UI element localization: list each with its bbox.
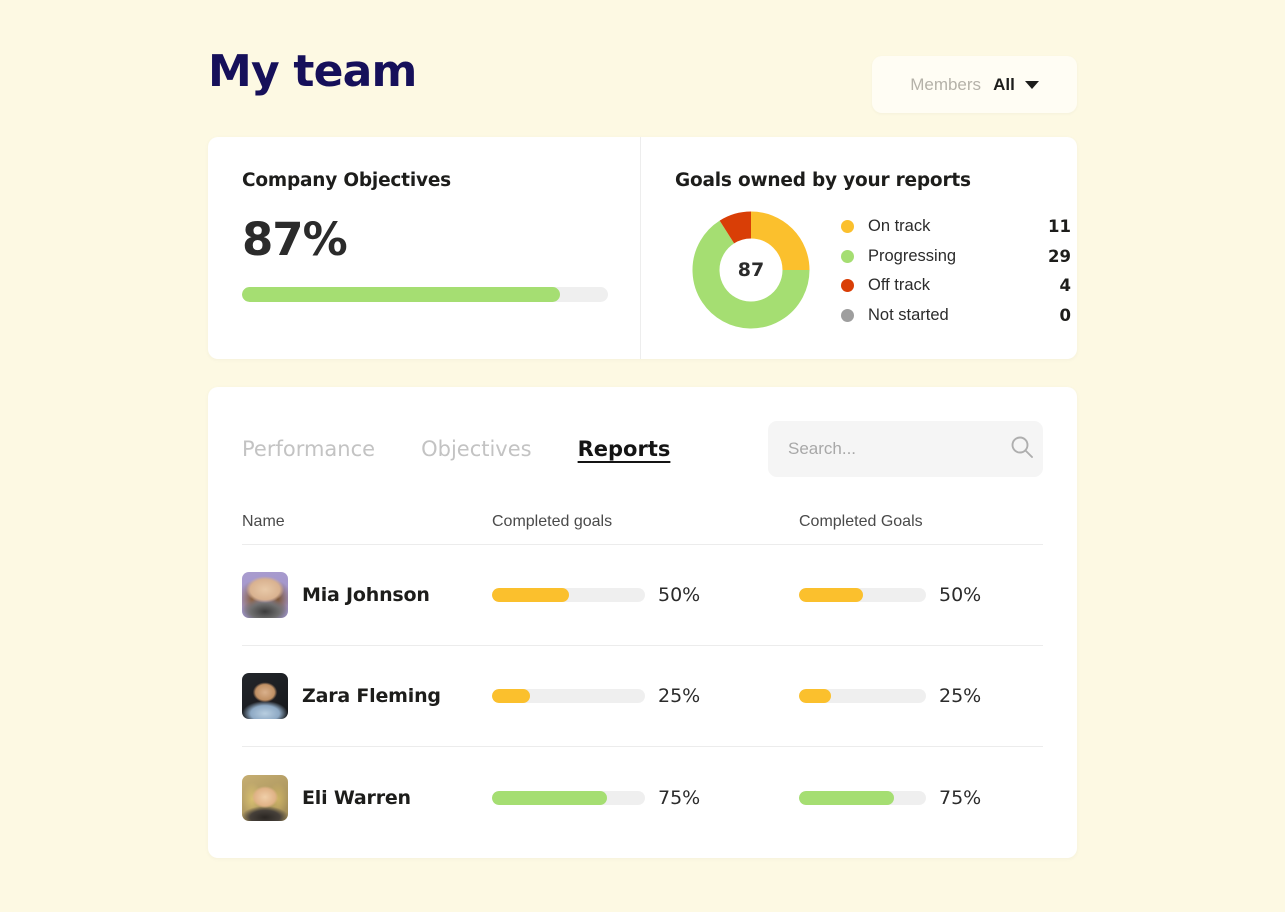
page-header: My team Members All — [208, 46, 1077, 120]
legend-count: 11 — [1048, 217, 1071, 237]
progress-fill — [799, 588, 863, 602]
cell-completed-goals-2: 50% — [799, 584, 1043, 606]
legend-dot-icon — [841, 220, 854, 234]
search-icon[interactable] — [1009, 434, 1035, 465]
progress-fill — [799, 790, 895, 805]
members-filter-value: All — [993, 74, 1015, 94]
app-page: My team Members All Company Objectives 8… — [0, 0, 1285, 912]
goals-owned-card: Goals owned by your reports 87 On track 1… — [641, 137, 1077, 359]
members-filter-dropdown[interactable]: Members All — [872, 56, 1077, 113]
progress-label: 25% — [658, 685, 701, 707]
column-header-name: Name — [242, 512, 285, 530]
table-row[interactable]: Zara Fleming 25% 25% — [242, 646, 1043, 747]
table-row[interactable]: Eli Warren 75% 75% — [242, 747, 1043, 848]
progress-track — [799, 790, 926, 805]
legend-count: 29 — [1048, 246, 1071, 266]
person-name: Mia Johnson — [302, 584, 430, 606]
company-objectives-title: Company Objectives — [242, 170, 451, 191]
legend-dot-icon — [841, 308, 854, 322]
progress-fill — [492, 790, 607, 805]
panel-toolbar: Performance Objectives Reports — [242, 421, 1043, 477]
tab-objectives[interactable]: Objectives — [421, 437, 532, 461]
goals-owned-title: Goals owned by your reports — [675, 170, 971, 191]
donut-slice-off-track — [719, 211, 752, 244]
progress-track — [799, 689, 926, 703]
search-input[interactable] — [788, 439, 1009, 459]
reports-table: Name Completed goals Completed Goals Mia… — [242, 505, 1043, 848]
progress-fill — [799, 689, 831, 703]
cell-name: Mia Johnson — [242, 572, 492, 618]
company-objectives-card: Company Objectives 87% — [208, 137, 641, 359]
search-box[interactable] — [768, 421, 1043, 477]
company-objectives-progress-track — [242, 287, 608, 302]
progress-track — [492, 689, 645, 703]
table-row[interactable]: Mia Johnson 50% 50% — [242, 545, 1043, 646]
members-filter-label: Members — [910, 74, 982, 94]
chevron-down-icon — [1024, 80, 1039, 89]
legend-item-off-track: Off track 4 — [841, 271, 1071, 301]
company-objectives-percent: 87% — [242, 213, 348, 266]
avatar-zara-fleming — [242, 673, 288, 719]
cell-completed-goals-1: 75% — [492, 787, 799, 809]
avatar-mia-johnson — [242, 572, 288, 618]
page-title: My team — [208, 46, 417, 97]
progress-label: 25% — [939, 685, 982, 707]
avatar-eli-warren — [242, 774, 288, 821]
progress-label: 50% — [939, 584, 982, 606]
progress-label: 75% — [939, 786, 982, 809]
progress-label: 75% — [658, 786, 701, 809]
cell-name: Zara Fleming — [242, 673, 492, 719]
progress-track — [799, 588, 926, 602]
summary-cards: Company Objectives 87% Goals owned by yo… — [208, 137, 1077, 359]
company-objectives-progress-fill — [242, 287, 561, 302]
progress-label: 50% — [658, 584, 701, 606]
table-header-row: Name Completed goals Completed Goals — [242, 505, 1043, 545]
legend-label: On track — [868, 217, 931, 236]
person-name: Eli Warren — [302, 786, 411, 809]
goals-donut-chart: 87 — [692, 211, 810, 329]
progress-fill — [492, 588, 569, 602]
cell-name: Eli Warren — [242, 774, 492, 821]
legend-item-progressing: Progressing 29 — [841, 242, 1071, 272]
cell-completed-goals-2: 75% — [799, 787, 1043, 809]
reports-panel: Performance Objectives Reports Name Comple… — [208, 387, 1077, 858]
column-header-goals-1: Completed goals — [492, 512, 613, 530]
cell-completed-goals-1: 25% — [492, 685, 799, 707]
legend-item-not-started: Not started 0 — [841, 301, 1071, 331]
column-header-goals-2: Completed Goals — [799, 512, 923, 530]
person-name: Zara Fleming — [302, 685, 441, 707]
tab-performance[interactable]: Performance — [242, 437, 375, 461]
legend-label: Progressing — [868, 246, 957, 265]
legend-label: Not started — [868, 305, 949, 324]
legend-label: Off track — [868, 276, 931, 295]
tab-reports[interactable]: Reports — [578, 437, 671, 461]
panel-tabs: Performance Objectives Reports — [242, 421, 670, 477]
progress-track — [492, 790, 645, 805]
progress-track — [492, 588, 645, 602]
legend-dot-icon — [841, 249, 854, 263]
donut-center-value: 87 — [722, 241, 780, 299]
legend-count: 0 — [1059, 305, 1071, 325]
legend-item-on-track: On track 11 — [841, 212, 1071, 242]
legend-count: 4 — [1059, 276, 1071, 296]
legend-dot-icon — [841, 279, 854, 293]
table-body: Mia Johnson 50% 50% Zara Fleming 25% 25% Eli W… — [242, 545, 1043, 848]
progress-fill — [492, 689, 531, 703]
cell-completed-goals-2: 25% — [799, 685, 1043, 707]
goals-legend: On track 11 Progressing 29 Off track 4 Not sta… — [841, 212, 1071, 330]
cell-completed-goals-1: 50% — [492, 584, 799, 606]
